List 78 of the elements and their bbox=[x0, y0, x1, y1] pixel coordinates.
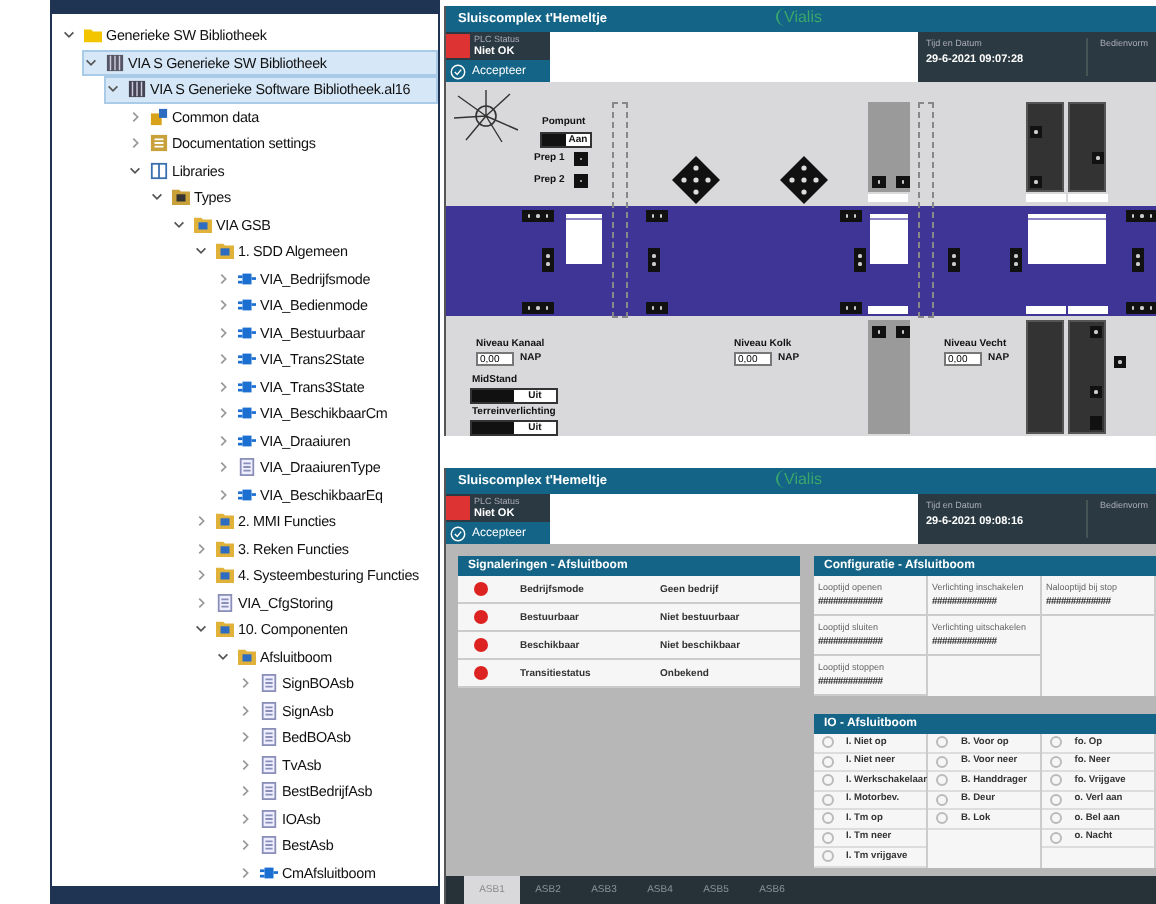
block-icon bbox=[238, 269, 256, 288]
indicator-block[interactable] bbox=[872, 326, 886, 338]
block-icon bbox=[260, 863, 278, 882]
folder-icon bbox=[172, 188, 190, 207]
status-dot-icon bbox=[474, 610, 488, 624]
document-icon bbox=[238, 458, 256, 477]
block-icon bbox=[238, 296, 256, 315]
indicator-block[interactable] bbox=[1010, 248, 1022, 272]
lock-door bbox=[1026, 102, 1064, 192]
data-icon bbox=[150, 107, 168, 126]
indicator-block[interactable] bbox=[646, 302, 668, 314]
document-icon bbox=[260, 782, 278, 801]
lock-door bbox=[868, 102, 910, 192]
block-icon bbox=[238, 431, 256, 450]
indicator-block[interactable] bbox=[840, 210, 862, 222]
status-dot-icon bbox=[474, 666, 488, 680]
door-position-bar bbox=[868, 194, 908, 202]
document-icon bbox=[260, 755, 278, 774]
door-position-bar bbox=[868, 306, 908, 314]
check-circle-icon[interactable] bbox=[450, 525, 466, 541]
folder-icon bbox=[216, 620, 234, 639]
indicator-block[interactable] bbox=[1090, 326, 1102, 338]
company-logo: Vialis bbox=[776, 470, 822, 488]
indicator-block[interactable] bbox=[1126, 210, 1156, 222]
book-icon bbox=[150, 161, 168, 180]
lock-chamber bbox=[870, 210, 908, 264]
indicator-block[interactable] bbox=[896, 326, 910, 338]
block-icon bbox=[238, 377, 256, 396]
block-icon bbox=[238, 485, 256, 504]
indicator-block[interactable] bbox=[1114, 356, 1126, 368]
document-icon bbox=[260, 701, 278, 720]
indicator-block[interactable] bbox=[542, 248, 554, 272]
block-icon bbox=[238, 404, 256, 423]
indicator-block[interactable] bbox=[522, 210, 554, 222]
settings-icon bbox=[150, 134, 168, 153]
project-icon bbox=[106, 53, 124, 72]
indicator-block[interactable] bbox=[948, 248, 960, 272]
compass-drawing bbox=[450, 90, 522, 144]
signal-light-icon[interactable] bbox=[672, 156, 720, 204]
indicator-block[interactable] bbox=[1132, 248, 1144, 272]
project-icon bbox=[128, 80, 146, 99]
status-dot-icon bbox=[474, 638, 488, 652]
document-icon bbox=[260, 728, 278, 747]
document-icon bbox=[260, 674, 278, 693]
status-indicator-icon bbox=[446, 34, 470, 58]
indicator-block[interactable] bbox=[1090, 386, 1102, 398]
lock-door bbox=[1068, 102, 1106, 192]
block-icon bbox=[238, 323, 256, 342]
indicator-block[interactable] bbox=[646, 210, 668, 222]
folder-icon bbox=[216, 566, 234, 585]
indicator-block[interactable] bbox=[854, 248, 866, 272]
folder-icon bbox=[216, 539, 234, 558]
document-icon bbox=[260, 809, 278, 828]
indicator-block[interactable] bbox=[1030, 176, 1042, 188]
indicator-block[interactable] bbox=[872, 176, 886, 188]
indicator-block[interactable] bbox=[1126, 302, 1156, 314]
document-icon bbox=[260, 836, 278, 855]
indicator-block[interactable] bbox=[1030, 126, 1042, 138]
folder-icon bbox=[194, 215, 212, 234]
indicator-block[interactable] bbox=[840, 302, 862, 314]
status-indicator-icon bbox=[446, 496, 470, 520]
lock-chamber bbox=[1028, 210, 1106, 264]
lock-door bbox=[868, 320, 910, 434]
folder-icon bbox=[238, 647, 256, 666]
signal-light-icon[interactable] bbox=[780, 156, 828, 204]
company-logo: Vialis bbox=[776, 8, 822, 26]
status-dot-icon bbox=[474, 582, 488, 596]
indicator-block[interactable] bbox=[1092, 152, 1104, 164]
block-icon bbox=[238, 350, 256, 369]
indicator-block[interactable] bbox=[522, 302, 554, 314]
folder-icon bbox=[84, 26, 102, 45]
lock-chamber bbox=[566, 210, 602, 264]
indicator-block[interactable] bbox=[896, 176, 910, 188]
folder-icon bbox=[216, 512, 234, 531]
indicator-block[interactable] bbox=[648, 248, 660, 272]
check-circle-icon[interactable] bbox=[450, 63, 466, 79]
document-icon bbox=[216, 593, 234, 612]
folder-icon bbox=[216, 242, 234, 261]
